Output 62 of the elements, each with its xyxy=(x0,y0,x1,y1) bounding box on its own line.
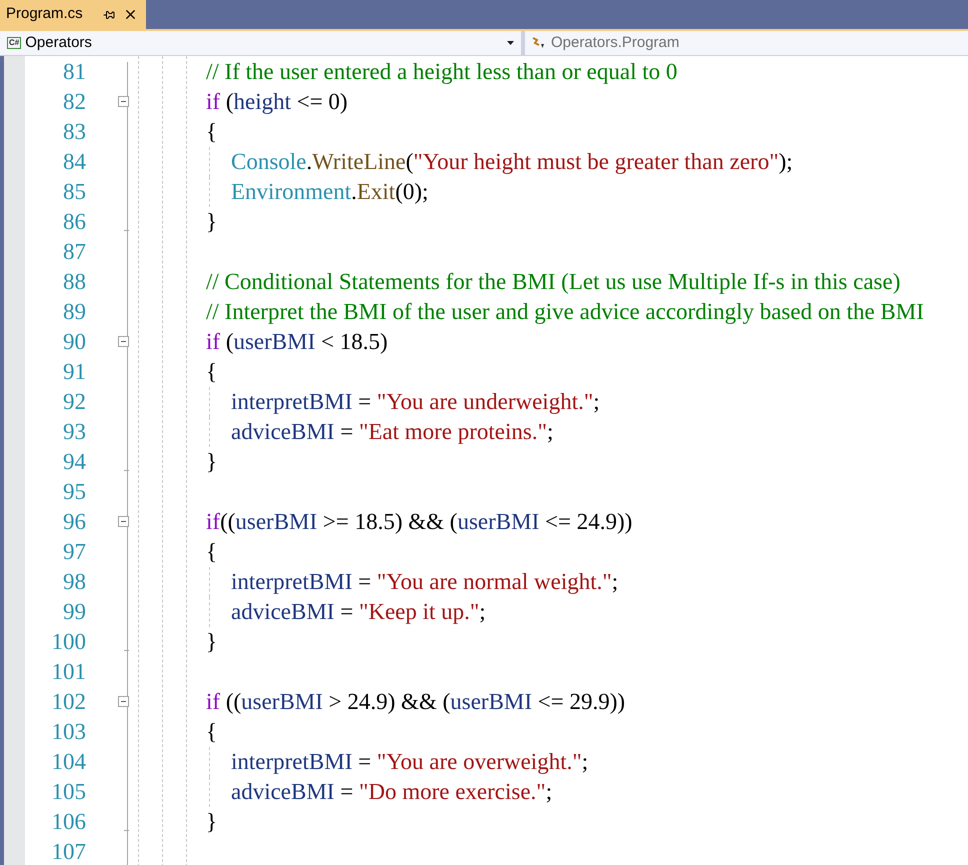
line-number: 95 xyxy=(62,478,86,506)
file-tab[interactable]: Program.cs xyxy=(0,0,146,29)
line-number: 86 xyxy=(62,208,86,236)
line-number: 101 xyxy=(50,658,86,686)
collapse-icon[interactable] xyxy=(118,336,129,347)
code-line: if((userBMI >= 18.5) && (userBMI <= 24.9)) xyxy=(206,508,632,536)
line-number: 92 xyxy=(62,388,86,416)
project-name: Operators xyxy=(25,32,93,53)
line-number: 82 xyxy=(62,88,86,116)
code-line: Console.WriteLine("Your height must be greater than zero"); xyxy=(231,148,793,176)
code-line: adviceBMI = "Eat more proteins."; xyxy=(231,418,554,446)
line-number: 84 xyxy=(62,148,86,176)
language-badge: C# xyxy=(7,37,22,49)
line-number: 106 xyxy=(50,808,86,836)
code-line: if (height <= 0) xyxy=(206,88,348,116)
line-number: 105 xyxy=(50,778,86,806)
collapse-icon[interactable] xyxy=(118,516,129,527)
line-number: 104 xyxy=(50,748,86,776)
line-number: 96 xyxy=(62,508,86,536)
line-number: 94 xyxy=(62,448,86,476)
code-line: { xyxy=(206,118,218,146)
line-number: 100 xyxy=(50,628,86,656)
collapse-icon[interactable] xyxy=(118,96,129,107)
code-line: { xyxy=(206,358,218,386)
code-line: interpretBMI = "You are overweight."; xyxy=(231,748,588,776)
code-line: } xyxy=(206,448,218,476)
line-number: 102 xyxy=(50,688,86,716)
code-line: if ((userBMI > 24.9) && (userBMI <= 29.9)) xyxy=(206,688,626,716)
pin-icon[interactable] xyxy=(102,8,115,20)
code-line: interpretBMI = "You are underweight."; xyxy=(231,388,600,416)
line-number: 91 xyxy=(62,358,86,386)
line-number: 99 xyxy=(62,598,86,626)
code-line: { xyxy=(206,538,218,566)
member-name: Operators.Program xyxy=(551,32,680,53)
line-number: 103 xyxy=(50,718,86,746)
line-number: 81 xyxy=(62,58,86,86)
code-line: } xyxy=(206,208,218,236)
code-line: adviceBMI = "Do more exercise."; xyxy=(231,778,552,806)
code-line: // Interpret the BMI of the user and give advice accordingly based on the BMI xyxy=(206,298,924,326)
line-number: 97 xyxy=(62,538,86,566)
line-number: 98 xyxy=(62,568,86,596)
line-number: 89 xyxy=(62,298,86,326)
code-line: interpretBMI = "You are normal weight."; xyxy=(231,568,618,596)
code-line: adviceBMI = "Keep it up."; xyxy=(231,598,486,626)
member-dropdown[interactable]: Operators.Program xyxy=(525,31,968,55)
code-line: { xyxy=(206,718,218,746)
line-number: 107 xyxy=(50,838,86,865)
line-number: 83 xyxy=(62,118,86,146)
collapse-icon[interactable] xyxy=(118,696,129,707)
code-line: if (userBMI < 18.5) xyxy=(206,328,388,356)
line-number: 93 xyxy=(62,418,86,446)
caret-icon xyxy=(507,41,514,45)
line-number: 88 xyxy=(62,268,86,296)
code-line: // If the user entered a height less than or equal to 0 xyxy=(206,58,678,86)
class-member-icon xyxy=(531,36,547,50)
line-number: 85 xyxy=(62,178,86,206)
code-line: } xyxy=(206,808,218,836)
code-line: } xyxy=(206,628,218,656)
line-number: 90 xyxy=(62,328,86,356)
line-number: 87 xyxy=(62,238,86,266)
code-line: Environment.Exit(0); xyxy=(231,178,428,206)
code-line: // Conditional Statements for the BMI (Let us use Multiple If-s in this case) xyxy=(206,268,900,296)
